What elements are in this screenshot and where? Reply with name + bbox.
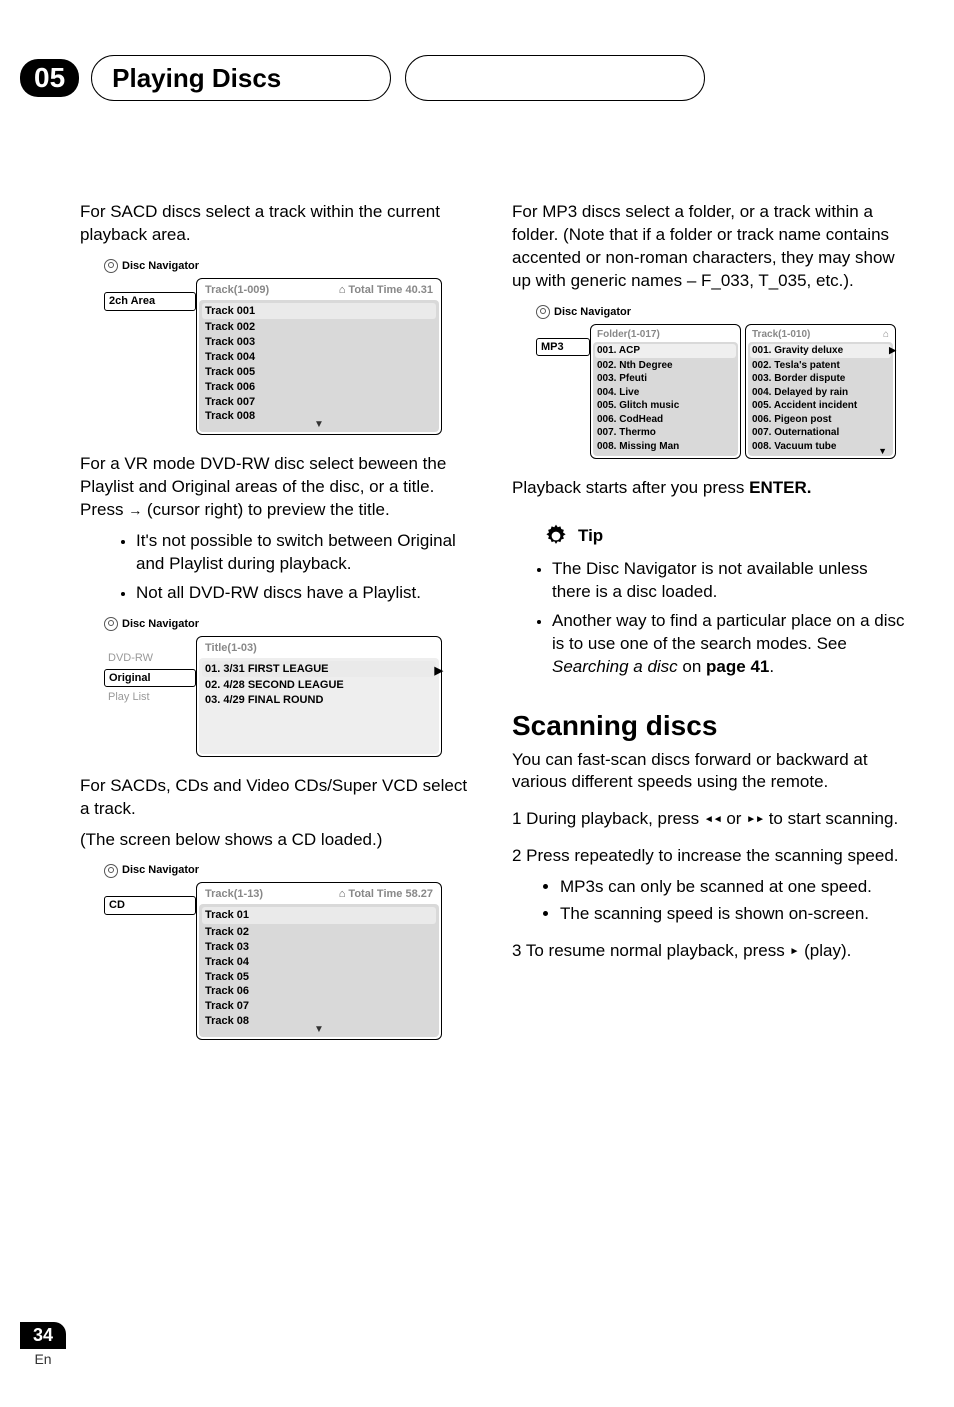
sacd-intro: For SACD discs select a track within the…	[80, 201, 474, 247]
track-item: Track 007	[205, 395, 433, 410]
page-number: 34	[20, 1322, 66, 1349]
play-icon	[789, 941, 799, 960]
step-bullet: MP3s can only be scanned at one speed.	[560, 876, 906, 899]
title-item: 01. 3/31 FIRST LEAGUE	[202, 661, 436, 678]
scan-back-icon	[704, 809, 722, 828]
folder-item: 002. Nth Degree	[597, 359, 734, 373]
chapter-title: Playing Discs	[112, 63, 281, 94]
folder-item: 003. Pfeuti	[597, 372, 734, 386]
page-header: 05 Playing Discs	[20, 55, 954, 101]
track-item: Track 03	[205, 940, 433, 955]
page-footer: 34 En	[20, 1322, 66, 1367]
playback-enter: Playback starts after you press ENTER.	[512, 477, 906, 500]
right-column: For MP3 discs select a folder, or a trac…	[512, 201, 906, 1058]
track-range: Track(1-13)	[205, 887, 263, 902]
left-column: For SACD discs select a track within the…	[80, 201, 474, 1058]
nav-icon	[536, 305, 550, 319]
folder-item: 008. Missing Man	[597, 440, 734, 454]
nav-heading: Disc Navigator	[122, 617, 199, 632]
nav-label: Play List	[104, 689, 196, 706]
folder-item: 006. CodHead	[597, 413, 734, 427]
track-item: Track 005	[205, 365, 433, 380]
tip-label: Tip	[578, 525, 603, 548]
disc-navigator-dvdrw: Disc Navigator DVD-RW Original Play List…	[104, 617, 442, 757]
track-item: 007. Outernational	[752, 426, 889, 440]
tip-bullet: The Disc Navigator is not available unle…	[552, 558, 906, 604]
vr-mode-text: For a VR mode DVD-RW disc select beween …	[80, 453, 474, 522]
track-range: Track(1-010)	[752, 328, 810, 342]
section-heading: Scanning discs	[512, 707, 906, 745]
title-item: 03. 4/29 FINAL ROUND	[205, 693, 433, 708]
step-2: 2 Press repeatedly to increase the scann…	[512, 845, 906, 868]
nav-icon	[104, 864, 118, 878]
bullet-text: It's not possible to switch between Orig…	[136, 530, 474, 576]
bullet-text: Not all DVD-RW discs have a Playlist.	[136, 582, 474, 605]
folder-item: 005. Glitch music	[597, 399, 734, 413]
nav-heading: Disc Navigator	[122, 259, 199, 274]
track-item: Track 004	[205, 350, 433, 365]
track-item: Track 003	[205, 335, 433, 350]
track-column: Track(1-010) ⌂ ▶ 001. Gravity deluxe 002.…	[745, 324, 896, 460]
nav-area-label: 2ch Area	[104, 292, 196, 311]
track-range: Track(1-009)	[205, 283, 269, 298]
track-item: 001. Gravity deluxe	[750, 344, 891, 358]
cursor-right-icon	[128, 500, 142, 519]
disc-navigator-mp3: Disc Navigator MP3 Folder(1-017) 001. AC…	[536, 305, 896, 459]
tip-bullet: Another way to find a particular place o…	[552, 610, 906, 679]
track-item: Track 01	[202, 907, 436, 924]
track-item: Track 02	[205, 925, 433, 940]
nav-icon	[104, 617, 118, 631]
track-item: 004. Delayed by rain	[752, 386, 889, 400]
folder-item: 001. ACP	[595, 344, 736, 358]
scroll-down-icon: ▼	[878, 445, 887, 457]
page-language: En	[20, 1351, 66, 1367]
nav-icon	[104, 259, 118, 273]
folder-column: Folder(1-017) 001. ACP 002. Nth Degree 0…	[590, 324, 741, 460]
mp3-intro: For MP3 discs select a folder, or a trac…	[512, 201, 906, 293]
track-item: 006. Pigeon post	[752, 413, 889, 427]
track-item: Track 001	[202, 303, 436, 320]
chapter-number: 05	[20, 59, 79, 97]
header-frame-right	[405, 55, 705, 101]
step-bullet: The scanning speed is shown on-screen.	[560, 903, 906, 926]
title-range: Title(1-03)	[205, 641, 257, 656]
nav-label: DVD-RW	[104, 650, 196, 667]
nav-area-label: CD	[104, 896, 196, 915]
cd-text: For SACDs, CDs and Video CDs/Super VCD s…	[80, 775, 474, 821]
home-icon: ⌂	[883, 328, 889, 342]
title-item: 02. 4/28 SECOND LEAGUE	[205, 678, 433, 693]
header-frame-left: Playing Discs	[91, 55, 391, 101]
disc-navigator-cd: Disc Navigator CD Track(1-13) Total Time…	[104, 863, 442, 1039]
total-time: Total Time 40.31	[339, 283, 433, 298]
scan-forward-icon	[746, 809, 764, 828]
nav-heading: Disc Navigator	[554, 305, 631, 320]
track-item: Track 006	[205, 380, 433, 395]
total-time: Total Time 58.27	[339, 887, 433, 902]
track-item: Track 05	[205, 970, 433, 985]
track-item: 008. Vacuum tube	[752, 440, 889, 454]
track-item: 005. Accident incident	[752, 399, 889, 413]
track-item: Track 06	[205, 984, 433, 999]
folder-range: Folder(1-017)	[597, 328, 660, 342]
nav-area-label: MP3	[536, 338, 590, 357]
step-3: 3 To resume normal playback, press (play…	[512, 940, 906, 963]
gear-icon	[542, 522, 570, 550]
cd-note: (The screen below shows a CD loaded.)	[80, 829, 474, 852]
tip-heading: Tip	[542, 522, 906, 550]
arrow-right-icon: ▶	[889, 344, 896, 356]
track-item: 003. Border dispute	[752, 372, 889, 386]
step-1: 1 During playback, press or to start sca…	[512, 808, 906, 831]
disc-navigator-sacd: Disc Navigator 2ch Area Track(1-009) Tot…	[104, 259, 442, 435]
folder-item: 004. Live	[597, 386, 734, 400]
track-item: Track 07	[205, 999, 433, 1014]
track-item: Track 04	[205, 955, 433, 970]
folder-item: 007. Thermo	[597, 426, 734, 440]
nav-label-selected: Original	[104, 669, 196, 688]
track-item: Track 002	[205, 320, 433, 335]
nav-heading: Disc Navigator	[122, 863, 199, 878]
scan-intro: You can fast-scan discs forward or backw…	[512, 749, 906, 795]
track-item: 002. Tesla's patent	[752, 359, 889, 373]
arrow-right-icon: ▶	[435, 664, 443, 679]
